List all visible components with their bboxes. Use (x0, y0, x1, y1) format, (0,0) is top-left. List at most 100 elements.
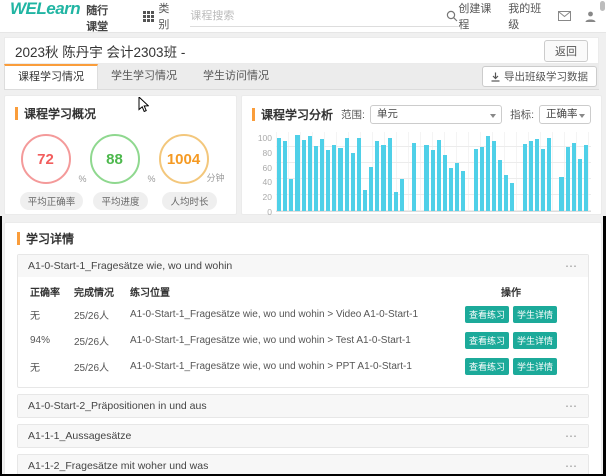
chart-bar (523, 144, 527, 211)
create-course-link[interactable]: 创建课程 (458, 0, 494, 32)
col-accuracy: 正确率 (30, 284, 74, 299)
stat-value: 88 (106, 151, 123, 168)
mouse-cursor (138, 97, 149, 116)
stat-circle: 1004 (159, 134, 209, 184)
chart-bar (277, 138, 281, 211)
tab-student-learning[interactable]: 学生学习情况 (98, 64, 190, 89)
tab-course-learning[interactable]: 课程学习情况 (4, 64, 98, 89)
range-select-value: 单元 (377, 108, 398, 120)
student-detail-button[interactable]: 学生详情 (513, 332, 557, 349)
view-exercise-button[interactable]: 查看练习 (465, 358, 509, 375)
metric-select-value: 正确率 (546, 108, 578, 120)
panel-header[interactable]: A1-0-Start-1_Fragesätze wie, wo und wohi… (18, 255, 588, 277)
stat-circle: 88 (90, 134, 140, 184)
chart-bar (320, 139, 324, 211)
cell-completion: 25/26人 (74, 359, 130, 374)
tab-student-visits[interactable]: 学生访问情况 (190, 64, 282, 89)
accent-bar (15, 107, 18, 120)
details-card: 学习详情 A1-0-Start-1_Fragesätze wie, wo und… (4, 222, 602, 476)
view-exercise-button[interactable]: 查看练习 (465, 332, 509, 349)
category-menu[interactable]: 类别 (143, 0, 176, 32)
search-input[interactable] (190, 10, 446, 22)
chart-bar (480, 147, 484, 211)
panel-collapsed: A1-0-Start-2_Präpositionen in und aus ⋯ (17, 394, 589, 418)
chart-bar (535, 139, 539, 211)
back-button[interactable]: 返回 (544, 40, 588, 62)
col-actions: 操作 (468, 284, 554, 299)
table-row: 无 25/26人 A1-0-Start-1_Fragesätze wie, wo… (30, 353, 554, 379)
stat-unit: 分钟 (206, 171, 224, 184)
more-icon[interactable]: ⋯ (565, 429, 578, 443)
chart-bar (424, 145, 428, 211)
search-icon[interactable] (446, 10, 458, 22)
mail-icon[interactable] (558, 11, 571, 21)
export-button[interactable]: 导出班级学习数据 (482, 66, 597, 87)
chart-bar (338, 148, 342, 211)
logo[interactable]: WELearn 随行课堂 (10, 0, 117, 34)
metric-label: 指标: (510, 107, 534, 122)
chart-bar (547, 138, 551, 211)
panel-header[interactable]: A1-1-2_Fragesätze mit woher und was ⋯ (18, 455, 588, 476)
scrollbar-thumb[interactable] (600, 1, 605, 11)
bar-chart-bars (276, 132, 591, 212)
user-icon[interactable] (585, 11, 596, 22)
range-label: 范围: (341, 107, 365, 122)
chart-bar (443, 155, 447, 211)
more-icon[interactable]: ⋯ (565, 459, 578, 473)
stat-label: 平均正确率 (20, 192, 84, 210)
screen-edge (0, 216, 2, 476)
chart-bar (578, 159, 582, 211)
chart-bar (449, 168, 453, 211)
panel-header[interactable]: A1-1-1_Aussagesätze ⋯ (18, 425, 588, 447)
bar-chart-yaxis: 100806040200 (252, 132, 276, 212)
cell-location: A1-0-Start-1_Fragesätze wie, wo und wohi… (130, 335, 468, 346)
chart-bar (381, 145, 385, 211)
details-title: 学习详情 (26, 230, 74, 247)
chart-bar (332, 145, 336, 211)
metric-select[interactable]: 正确率 (539, 105, 591, 124)
navbar-right: 创建课程 我的班级 (458, 0, 596, 32)
range-select[interactable]: 单元 (370, 105, 502, 124)
accent-bar (252, 108, 255, 121)
col-completion: 完成情况 (74, 284, 130, 299)
chart-bar (412, 143, 416, 211)
stat-unit: % (78, 174, 86, 184)
chart-bar (572, 143, 576, 211)
col-location: 练习位置 (130, 284, 468, 299)
student-detail-button[interactable]: 学生详情 (513, 358, 557, 375)
cell-accuracy: 94% (30, 335, 74, 346)
page-title[interactable]: 2023秋 陈丹宇 会计2303班 - (15, 41, 185, 61)
chart-bar (314, 146, 318, 211)
more-icon[interactable]: ⋯ (565, 399, 578, 413)
chart-bar (431, 150, 435, 211)
student-detail-button[interactable]: 学生详情 (513, 306, 557, 323)
analysis-title-row: 课程学习分析 范围: 单元 指标: 正确率 (252, 105, 591, 124)
top-navbar: WELearn 随行课堂 类别 创建课程 我的班级 (0, 0, 606, 33)
chart-bar (492, 141, 496, 211)
stat-avg-duration: 1004 分钟 人均时长 (155, 134, 224, 210)
chart-bar (283, 141, 287, 211)
stat-value: 72 (37, 151, 54, 168)
stat-value: 1004 (167, 151, 200, 168)
panel-header[interactable]: A1-0-Start-2_Präpositionen in und aus ⋯ (18, 395, 588, 417)
chart-bar (529, 141, 533, 211)
overview-title-row: 课程学习概况 (15, 105, 226, 122)
cell-accuracy: 无 (30, 359, 74, 374)
bar-chart: 100806040200 (252, 132, 591, 216)
stat-avg-accuracy: 72 % 平均正确率 (17, 134, 86, 210)
panel-title: A1-1-2_Fragesätze mit woher und was (28, 460, 208, 472)
chart-bar (363, 190, 367, 211)
stat-circle: 72 (21, 134, 71, 184)
chart-bar (455, 163, 459, 211)
chevron-down-icon (579, 114, 585, 118)
more-icon[interactable]: ⋯ (565, 259, 578, 273)
my-classes-link[interactable]: 我的班级 (508, 0, 544, 32)
panel-collapsed: A1-1-2_Fragesätze mit woher und was ⋯ (17, 454, 589, 476)
chart-bar (566, 147, 570, 211)
chart-bar (400, 179, 404, 211)
view-exercise-button[interactable]: 查看练习 (465, 306, 509, 323)
chart-bar (498, 160, 502, 211)
stats-row: 72 % 平均正确率 88 % 平均进度 1004 (15, 134, 226, 210)
chart-bar (326, 150, 330, 211)
panel-body: 正确率 完成情况 练习位置 操作 无 25/26人 A1-0-Start-1_F… (18, 277, 588, 387)
